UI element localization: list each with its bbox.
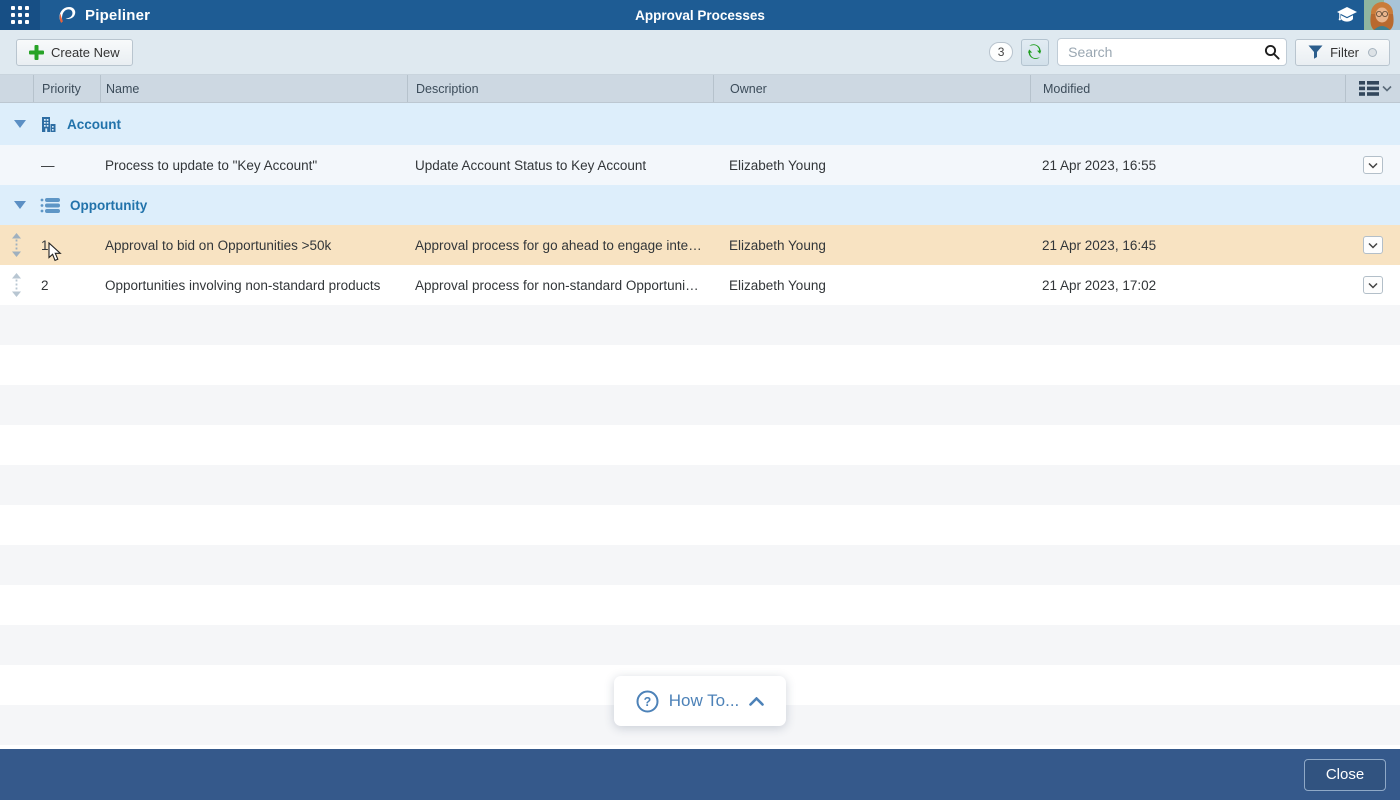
academy-button[interactable] [1330,0,1364,30]
drag-arrows-icon [11,273,22,297]
chevron-up-icon [749,697,764,706]
column-chooser-button[interactable] [1345,75,1400,102]
graduation-cap-icon [1336,6,1358,24]
how-to-label: How To... [669,691,740,711]
record-count-badge: 3 [989,42,1013,62]
pipeliner-logo-icon [56,4,78,26]
owner-cell: Elizabeth Young [713,278,1030,293]
column-header-description[interactable]: Description [407,75,713,102]
svg-text:?: ? [643,695,651,709]
filter-funnel-icon [1308,45,1323,59]
close-button[interactable]: Close [1304,759,1386,791]
priority-cell: 1 [33,238,100,253]
priority-cell: 2 [33,278,100,293]
top-bar: Pipeliner Approval Processes [0,0,1400,30]
owner-cell: Elizabeth Young [713,238,1030,253]
search-icon[interactable] [1264,44,1280,65]
column-header-priority[interactable]: Priority [33,75,100,102]
toolbar: Create New 3 Filter [0,30,1400,75]
chevron-down-icon [1368,162,1378,169]
topbar-right [1330,0,1400,30]
table-body: Account — Process to update to "Key Acco… [0,103,1400,305]
description-cell: Approval process for go ahead to engage … [407,238,713,253]
search-input[interactable] [1057,38,1287,66]
action-cell [1345,236,1400,254]
action-cell [1345,276,1400,294]
row-actions-button[interactable] [1363,156,1383,174]
description-cell: Update Account Status to Key Account [407,158,713,173]
modified-cell: 21 Apr 2023, 17:02 [1030,278,1345,293]
group-label-opportunity: Opportunity [70,198,147,213]
priority-cell: — [33,158,100,173]
drag-arrows-icon [11,233,22,257]
row-actions-button[interactable] [1363,236,1383,254]
app-grid-button[interactable] [0,0,40,30]
create-new-label: Create New [51,45,120,60]
row-actions-button[interactable] [1363,276,1383,294]
filter-label: Filter [1330,45,1359,60]
opportunity-pipeline-icon [40,197,60,214]
name-cell: Opportunities involving non-standard pro… [100,278,407,293]
table-header: Priority Name Description Owner Modified [0,75,1400,103]
refresh-icon [1027,44,1043,60]
drag-handle[interactable] [0,233,33,257]
column-drag-handle-header [0,75,33,102]
account-building-icon [40,116,57,133]
description-cell: Approval process for non-standard Opport… [407,278,713,293]
create-new-button[interactable]: Create New [16,39,133,66]
brand: Pipeliner [56,4,150,26]
owner-cell: Elizabeth Young [713,158,1030,173]
column-header-owner[interactable]: Owner [713,75,1030,102]
brand-name: Pipeliner [85,7,150,24]
name-cell: Process to update to "Key Account" [100,158,407,173]
table-row-opportunity-1[interactable]: 1 Approval to bid on Opportunities >50k … [0,225,1400,265]
column-header-modified[interactable]: Modified [1030,75,1345,102]
filter-status-dot [1368,48,1377,57]
search-box [1057,38,1287,66]
column-header-name[interactable]: Name [100,75,407,102]
footer-bar: Close [0,749,1400,800]
action-cell [1345,156,1400,174]
collapse-triangle-icon[interactable] [14,120,26,128]
columns-icon [1359,81,1379,96]
page-title: Approval Processes [0,8,1400,23]
app-grid-icon [11,6,29,24]
name-cell: Approval to bid on Opportunities >50k [100,238,407,253]
collapse-triangle-icon[interactable] [14,201,26,209]
group-label-account: Account [67,117,121,132]
question-circle-icon: ? [636,690,659,713]
drag-handle[interactable] [0,273,33,297]
filter-button[interactable]: Filter [1295,39,1390,66]
chevron-down-icon [1382,85,1392,92]
group-row-opportunity[interactable]: Opportunity [0,185,1400,225]
plus-icon [29,45,44,60]
user-avatar[interactable] [1364,0,1400,30]
chevron-down-icon [1368,242,1378,249]
how-to-button[interactable]: ? How To... [614,676,786,726]
chevron-down-icon [1368,282,1378,289]
refresh-button[interactable] [1021,39,1049,66]
group-row-account[interactable]: Account [0,103,1400,145]
table-row-account-1[interactable]: — Process to update to "Key Account" Upd… [0,145,1400,185]
avatar-photo [1364,0,1400,30]
modified-cell: 21 Apr 2023, 16:45 [1030,238,1345,253]
table-row-opportunity-2[interactable]: 2 Opportunities involving non-standard p… [0,265,1400,305]
modified-cell: 21 Apr 2023, 16:55 [1030,158,1345,173]
